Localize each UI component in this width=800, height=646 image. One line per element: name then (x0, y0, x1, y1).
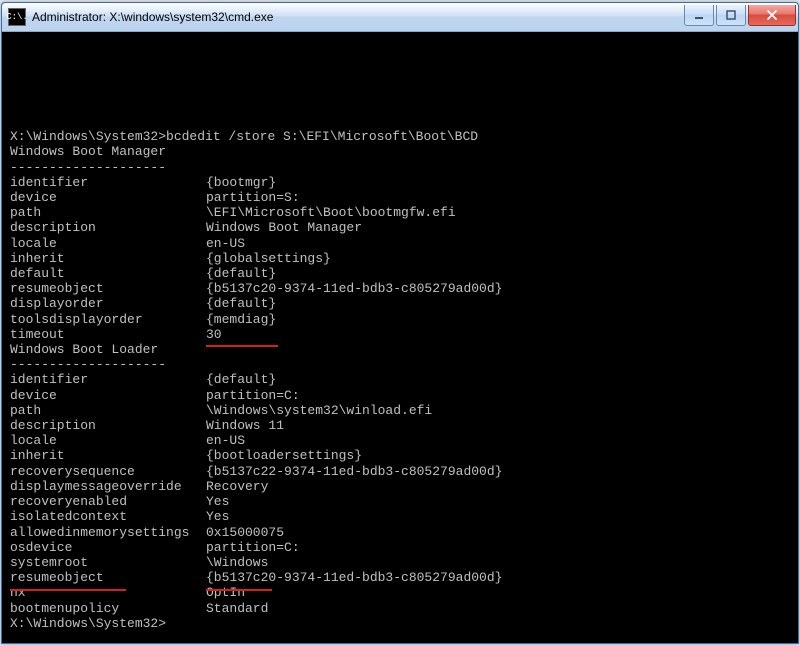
kv-row: devicepartition=S: (10, 190, 790, 205)
kv-value: Standard (206, 601, 268, 616)
kv-row: resumeobject{b5137c20-9374-11ed-bdb3-c80… (10, 570, 790, 585)
kv-key: description (10, 220, 206, 235)
kv-row: descriptionWindows Boot Manager (10, 220, 790, 235)
kv-key: osdevice (10, 540, 206, 555)
kv-row: nxOptIn (10, 585, 790, 600)
kv-row: systemroot\Windows (10, 555, 790, 570)
minimize-button[interactable] (684, 5, 714, 26)
console-line: Windows Boot Manager (10, 144, 790, 159)
kv-key: description (10, 418, 206, 433)
kv-row: path\Windows\system32\winload.efi (10, 403, 790, 418)
kv-row: displaymessageoverrideRecovery (10, 479, 790, 494)
kv-value: {bootmgr} (206, 175, 276, 190)
titlebar[interactable]: C:\. Administrator: X:\windows\system32\… (2, 3, 798, 32)
kv-value: en-US (206, 433, 245, 448)
kv-value: Windows 11 (206, 418, 284, 433)
kv-value: {default} (206, 266, 276, 281)
kv-key: identifier (10, 175, 206, 190)
kv-key: timeout (10, 327, 206, 342)
kv-value: \Windows (206, 555, 268, 570)
kv-key: inherit (10, 251, 206, 266)
window-title: Administrator: X:\windows\system32\cmd.e… (32, 10, 273, 24)
kv-row: allowedinmemorysettings0x15000075 (10, 525, 790, 540)
kv-row: recoverysequence{b5137c22-9374-11ed-bdb3… (10, 464, 790, 479)
kv-value: OptIn (206, 585, 245, 600)
kv-key: device (10, 190, 206, 205)
kv-value: Recovery (206, 479, 268, 494)
kv-key: path (10, 403, 206, 418)
window-buttons (682, 5, 796, 25)
kv-value: Yes (206, 494, 229, 509)
minimize-icon (694, 10, 704, 20)
kv-value: {b5137c22-9374-11ed-bdb3-c805279ad00d} (206, 464, 502, 479)
kv-row: recoveryenabledYes (10, 494, 790, 509)
kv-key: recoverysequence (10, 464, 206, 479)
kv-value: partition=S: (206, 190, 300, 205)
kv-row: path\EFI\Microsoft\Boot\bootmgfw.efi (10, 205, 790, 220)
kv-row: inherit{bootloadersettings} (10, 448, 790, 463)
console-line: -------------------- (10, 357, 790, 372)
console-output[interactable]: X:\Windows\System32>bcdedit /store S:\EF… (2, 32, 798, 643)
kv-key: systemroot (10, 555, 206, 570)
maximize-button[interactable] (716, 5, 746, 26)
kv-key: device (10, 388, 206, 403)
kv-value: partition=C: (206, 540, 300, 555)
kv-value: {globalsettings} (206, 251, 331, 266)
kv-value: Windows Boot Manager (206, 220, 362, 235)
kv-key: recoveryenabled (10, 494, 206, 509)
kv-row: resumeobject{b5137c20-9374-11ed-bdb3-c80… (10, 281, 790, 296)
console-line: X:\Windows\System32> (10, 616, 790, 631)
kv-value: 0x15000075 (206, 525, 284, 540)
kv-key: locale (10, 433, 206, 448)
kv-key: displayorder (10, 296, 206, 311)
kv-row: toolsdisplayorder{memdiag} (10, 312, 790, 327)
kv-value: {default} (206, 296, 276, 311)
kv-value: {memdiag} (206, 312, 276, 327)
kv-row: localeen-US (10, 433, 790, 448)
console-line: X:\Windows\System32>bcdedit /store S:\EF… (10, 129, 790, 144)
kv-row: isolatedcontextYes (10, 509, 790, 524)
kv-value: {default} (206, 372, 276, 387)
kv-key: path (10, 205, 206, 220)
kv-key: isolatedcontext (10, 509, 206, 524)
kv-row: identifier{bootmgr} (10, 175, 790, 190)
console-line: -------------------- (10, 160, 790, 175)
close-icon (766, 10, 778, 20)
kv-value: \EFI\Microsoft\Boot\bootmgfw.efi (206, 205, 456, 220)
kv-key: locale (10, 236, 206, 251)
kv-value: {b5137c20-9374-11ed-bdb3-c805279ad00d} (206, 570, 502, 585)
kv-row: osdevicepartition=C: (10, 540, 790, 555)
kv-key: default (10, 266, 206, 281)
kv-key: bootmenupolicy (10, 601, 206, 616)
kv-row: localeen-US (10, 236, 790, 251)
kv-row: default{default} (10, 266, 790, 281)
kv-row: timeout30 (10, 327, 790, 342)
kv-key: inherit (10, 448, 206, 463)
kv-key: displaymessageoverride (10, 479, 206, 494)
kv-row: displayorder{default} (10, 296, 790, 311)
kv-row: identifier{default} (10, 372, 790, 387)
console-line: Windows Boot Loader (10, 342, 790, 357)
kv-row: descriptionWindows 11 (10, 418, 790, 433)
kv-value: {b5137c20-9374-11ed-bdb3-c805279ad00d} (206, 281, 502, 296)
kv-value: Yes (206, 509, 229, 524)
kv-value: \Windows\system32\winload.efi (206, 403, 432, 418)
maximize-icon (726, 10, 736, 20)
kv-key: identifier (10, 372, 206, 387)
kv-key: toolsdisplayorder (10, 312, 206, 327)
kv-value: {bootloadersettings} (206, 448, 362, 463)
kv-row: inherit{globalsettings} (10, 251, 790, 266)
close-button[interactable] (748, 5, 796, 26)
kv-key: resumeobject (10, 281, 206, 296)
kv-row: bootmenupolicyStandard (10, 601, 790, 616)
kv-value: en-US (206, 236, 245, 251)
kv-value: 30 (206, 327, 222, 342)
kv-value: partition=C: (206, 388, 300, 403)
window: C:\. Administrator: X:\windows\system32\… (1, 2, 799, 644)
app-icon: C:\. (8, 8, 26, 26)
kv-key: resumeobject (10, 570, 206, 585)
kv-key: nx (10, 585, 206, 600)
kv-key: allowedinmemorysettings (10, 525, 206, 540)
kv-row: devicepartition=C: (10, 388, 790, 403)
